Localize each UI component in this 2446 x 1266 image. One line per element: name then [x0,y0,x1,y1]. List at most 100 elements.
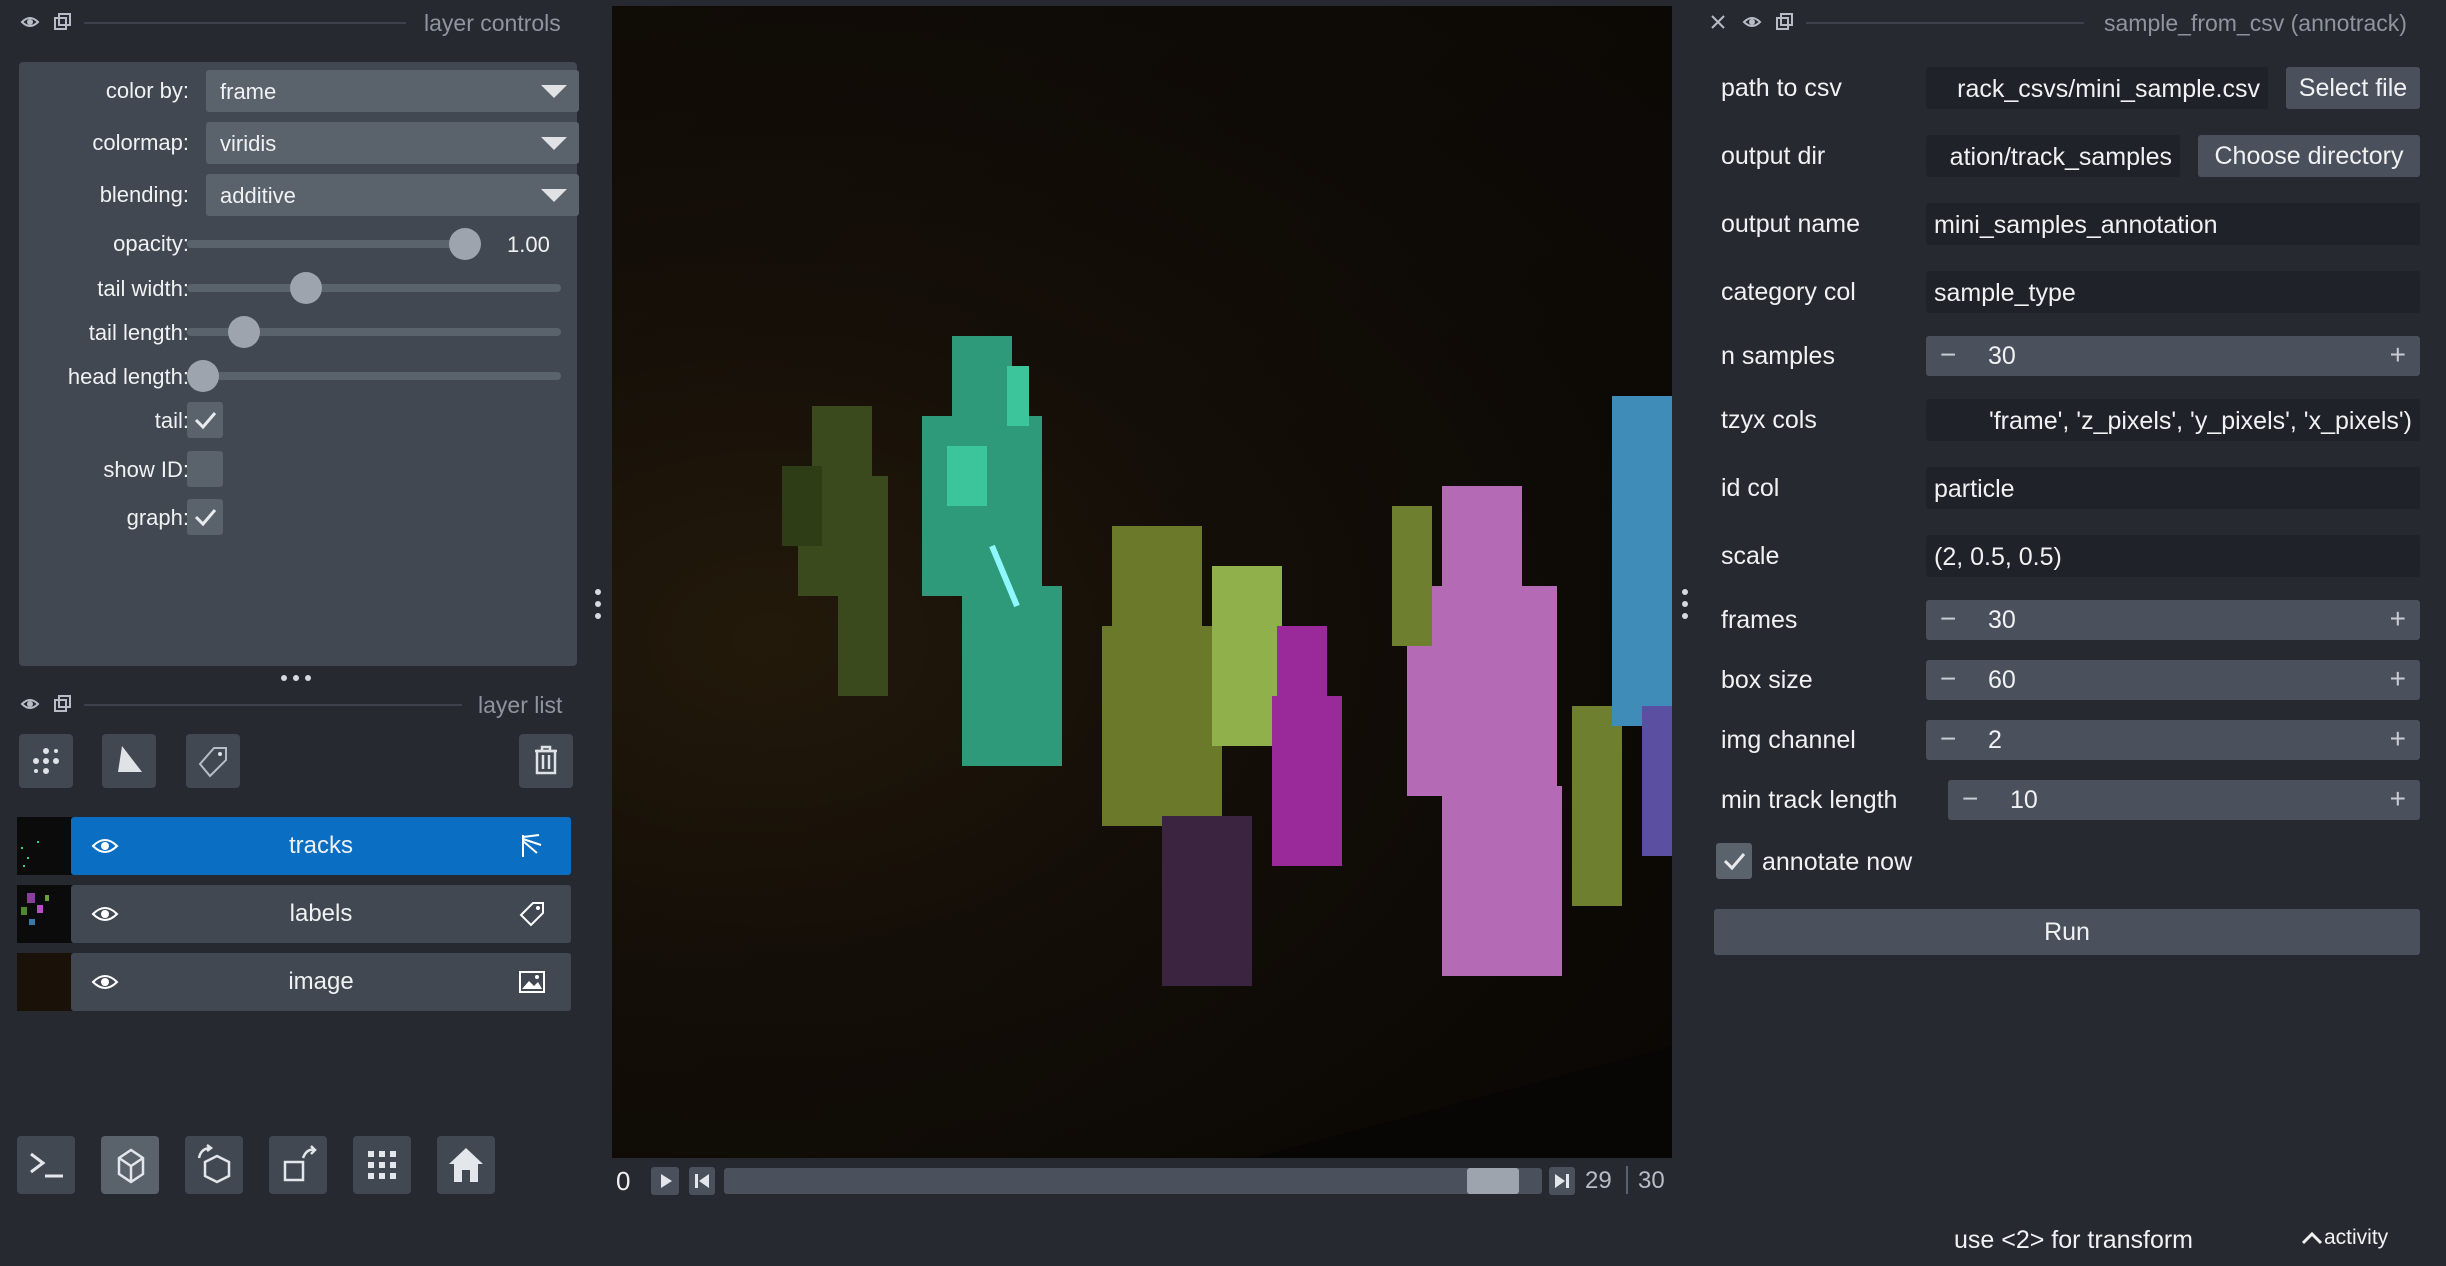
float-icon[interactable] [1774,12,1794,32]
left-splitter-handle[interactable] [592,586,604,622]
activity-label: activity [2324,1226,2389,1249]
id-col-label: id col [1721,474,1780,502]
output-name-field[interactable]: mini_samples_annotation [1926,203,2420,245]
layer-item-labels[interactable]: labels [71,885,571,943]
decrement-button[interactable]: − [1940,603,1956,635]
id-col-field[interactable]: particle [1926,467,2420,509]
n-samples-spinbox[interactable]: − 30 + [1926,336,2420,376]
annotate-now-checkbox[interactable] [1716,843,1752,879]
tail-length-slider-handle[interactable] [228,316,260,348]
layer-list-title: layer list [478,692,563,718]
blending-dropdown[interactable]: additive [206,174,579,216]
path-to-csv-field[interactable]: rack_csvs/mini_sample.csv [1926,67,2268,109]
frames-value: 30 [1988,606,2016,634]
frame-slider[interactable] [724,1168,1542,1194]
head-length-slider[interactable] [187,360,561,392]
step-back-button[interactable] [688,1166,716,1196]
transpose-icon [283,1145,317,1182]
box-size-spinbox[interactable]: − 60 + [1926,660,2420,700]
select-file-button[interactable]: Select file [2286,67,2420,109]
min-track-length-spinbox[interactable]: − 10 + [1948,780,2420,820]
new-points-layer-button[interactable] [19,734,73,788]
viewer-canvas[interactable] [612,6,1672,1158]
output-dir-value: ation/track_samples [1949,143,2172,171]
hide-icon[interactable] [20,12,40,32]
delete-layer-button[interactable] [519,734,573,788]
decrement-button[interactable]: − [1940,339,1956,371]
step-forward-button[interactable] [1548,1166,1576,1196]
color-by-label: color by: [105,78,189,103]
toggle-ndisplay-button[interactable] [101,1136,159,1194]
grid-view-button[interactable] [353,1136,411,1194]
frames-label: frames [1721,606,1798,634]
new-shapes-layer-button[interactable] [102,734,156,788]
hide-icon[interactable] [20,694,40,714]
dock-splitter-handle[interactable] [278,672,314,684]
float-icon[interactable] [52,12,72,32]
scale-field[interactable]: (2, 0.5, 0.5) [1926,535,2420,577]
play-button[interactable] [650,1166,680,1196]
chevron-down-icon [541,85,567,98]
scale-value: (2, 0.5, 0.5) [1934,543,2062,571]
graph-checkbox[interactable] [187,499,223,535]
decrement-button[interactable]: − [1940,663,1956,695]
checkmark-icon [194,509,217,527]
layer-item-tracks[interactable]: tracks [71,817,571,875]
tail-width-slider[interactable] [187,272,561,304]
tracks-icon [522,834,542,857]
increment-button[interactable]: + [2390,783,2406,815]
transpose-dimensions-button[interactable] [269,1136,327,1194]
points-icon [33,748,59,774]
trash-icon [535,745,557,775]
frames-spinbox[interactable]: − 30 + [1926,600,2420,640]
head-length-label: head length: [67,364,189,389]
layer-item-image[interactable]: image [71,953,571,1011]
color-by-dropdown[interactable]: frame [206,70,579,112]
tzyx-cols-field[interactable]: 'frame', 'z_pixels', 'y_pixels', 'x_pixe… [1926,399,2420,441]
float-icon[interactable] [52,694,72,714]
new-labels-layer-button[interactable] [186,734,240,788]
category-col-label: category col [1721,278,1856,306]
opacity-slider-handle[interactable] [449,228,481,260]
console-button[interactable] [17,1136,75,1194]
increment-button[interactable]: + [2390,723,2406,755]
dock-title: layer controls [424,10,561,36]
category-col-field[interactable]: sample_type [1926,271,2420,313]
image-icon [519,971,545,993]
decrement-button[interactable]: − [1940,723,1956,755]
tzyx-cols-value: 'frame', 'z_pixels', 'y_pixels', 'x_pixe… [1988,407,2412,435]
increment-button[interactable]: + [2390,663,2406,695]
show-id-checkbox[interactable] [187,451,223,487]
tail-width-slider-handle[interactable] [290,272,322,304]
tail-length-slider[interactable] [187,316,561,348]
label-tag-icon [198,747,227,778]
right-splitter-handle[interactable] [1679,586,1691,622]
head-length-slider-handle[interactable] [187,360,219,392]
min-track-length-value: 10 [2010,786,2038,814]
graph-label: graph: [126,505,189,530]
output-dir-field[interactable]: ation/track_samples [1926,135,2180,177]
img-channel-spinbox[interactable]: − 2 + [1926,720,2420,760]
colormap-dropdown[interactable]: viridis [206,122,579,164]
decrement-button[interactable]: − [1962,783,1978,815]
checkmark-icon [1723,853,1746,871]
increment-button[interactable]: + [2390,603,2406,635]
roll-dimensions-button[interactable] [185,1136,243,1194]
opacity-slider[interactable] [187,228,481,260]
colormap-value: viridis [220,131,277,156]
choose-directory-button[interactable]: Choose directory [2198,135,2420,177]
path-to-csv-value: rack_csvs/mini_sample.csv [1957,75,2260,103]
layer-name: image [288,968,354,995]
min-track-length-label: min track length [1721,786,1898,814]
color-by-value: frame [220,79,277,104]
frame-divider [1626,1166,1628,1194]
frame-number: 0 [616,1166,631,1196]
tail-checkbox[interactable] [187,402,223,438]
increment-button[interactable]: + [2390,339,2406,371]
home-button[interactable] [437,1136,495,1194]
run-button[interactable]: Run [1714,909,2420,955]
close-icon[interactable] [1708,12,1728,32]
3d-cube-icon [117,1148,145,1184]
hide-icon[interactable] [1742,12,1762,32]
frame-slider-handle[interactable] [1467,1168,1519,1194]
